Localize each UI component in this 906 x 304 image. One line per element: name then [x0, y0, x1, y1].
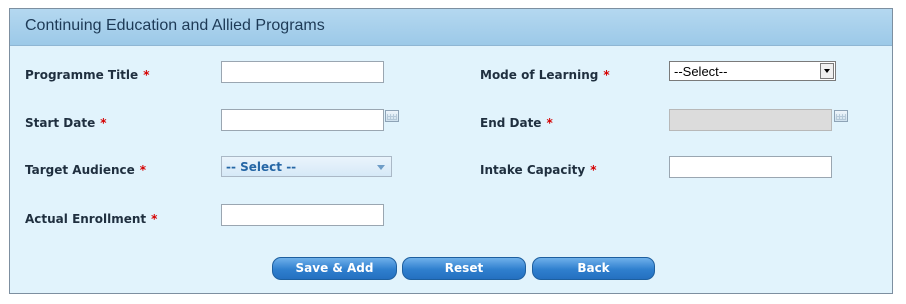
intake-capacity-input[interactable] [669, 156, 832, 178]
actual-enrollment-label: Actual Enrollment * [25, 212, 158, 226]
intake-capacity-label: Intake Capacity * [480, 163, 597, 177]
required-marker: * [143, 68, 150, 82]
required-marker: * [100, 116, 107, 130]
reset-button[interactable]: Reset [402, 257, 526, 280]
target-audience-label: Target Audience * [25, 163, 147, 177]
actual-enrollment-input[interactable] [221, 204, 384, 226]
required-marker: * [590, 163, 597, 177]
mode-of-learning-select[interactable]: --Select-- [669, 61, 836, 81]
required-marker: * [151, 212, 158, 226]
required-marker: * [603, 68, 610, 82]
end-date-input [669, 109, 832, 131]
back-button[interactable]: Back [532, 257, 655, 280]
panel-header: Continuing Education and Allied Programs [10, 9, 892, 46]
chevron-down-icon[interactable] [820, 63, 834, 79]
end-date-label: End Date * [480, 116, 553, 130]
page-title: Continuing Education and Allied Programs [25, 17, 325, 34]
calendar-icon[interactable] [385, 110, 399, 122]
chevron-down-icon[interactable] [377, 165, 385, 170]
required-marker: * [139, 163, 147, 177]
programme-title-label: Programme Title * [25, 68, 150, 82]
target-audience-combo[interactable]: -- Select -- [221, 156, 392, 177]
calendar-icon[interactable] [834, 110, 848, 122]
start-date-input[interactable] [221, 109, 384, 131]
form-panel: Continuing Education and Allied Programs… [9, 8, 893, 294]
start-date-label: Start Date * [25, 116, 107, 130]
save-add-button[interactable]: Save & Add [272, 257, 397, 280]
required-marker: * [546, 116, 553, 130]
mode-of-learning-label: Mode of Learning * [480, 68, 610, 82]
programme-title-input[interactable] [221, 61, 384, 83]
